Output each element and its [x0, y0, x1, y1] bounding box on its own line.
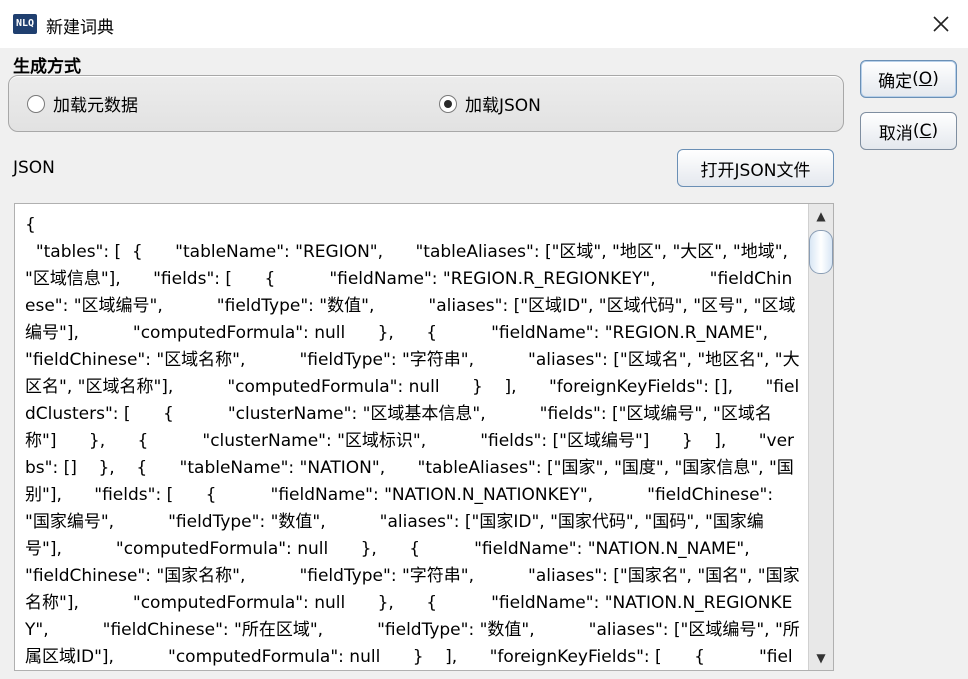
window-title: 新建词典: [46, 18, 114, 38]
vertical-scrollbar[interactable]: ▲ ▼: [808, 204, 833, 670]
json-editor-text[interactable]: { "tables": [ { "tableName": "REGION", "…: [25, 212, 800, 670]
cancel-mnemonic: C: [919, 121, 932, 141]
generation-method-group: 加载元数据 加载JSON: [8, 75, 844, 132]
ok-button[interactable]: 确定(O): [860, 60, 957, 98]
close-icon: [933, 16, 949, 32]
ok-button-label: 确定: [878, 71, 913, 92]
radio-load-metadata[interactable]: 加载元数据: [27, 91, 138, 116]
arrow-down-icon[interactable]: ▼: [811, 648, 831, 668]
title-bar: NLQ 新建词典: [0, 0, 968, 48]
close-button[interactable]: [918, 4, 964, 44]
radio-load-json-label: 加载JSON: [465, 96, 541, 116]
app-logo-icon: NLQ: [13, 14, 37, 34]
radio-unchecked-icon[interactable]: [27, 94, 45, 113]
arrow-up-icon[interactable]: ▲: [811, 206, 831, 226]
generation-method-title: 生成方式: [13, 57, 81, 77]
scroll-thumb[interactable]: [809, 230, 833, 274]
cancel-button[interactable]: 取消(C): [860, 112, 957, 150]
cancel-button-label: 取消: [878, 123, 913, 144]
radio-load-json[interactable]: 加载JSON: [439, 91, 541, 116]
json-label: JSON: [13, 158, 55, 178]
open-json-file-button[interactable]: 打开JSON文件: [677, 149, 834, 187]
radio-checked-icon[interactable]: [439, 94, 457, 113]
json-editor[interactable]: { "tables": [ { "tableName": "REGION", "…: [14, 203, 834, 671]
radio-load-metadata-label: 加载元数据: [53, 96, 138, 116]
ok-mnemonic: O: [918, 69, 933, 89]
